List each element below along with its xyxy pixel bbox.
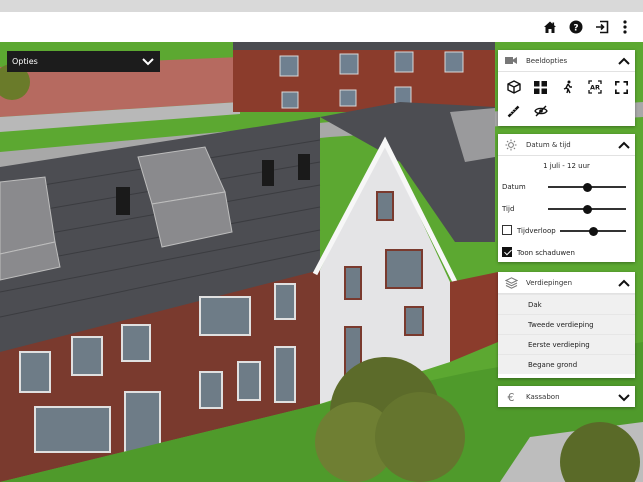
timelapse-slider[interactable]	[560, 226, 626, 236]
view-options-title: Beeldopties	[526, 56, 568, 65]
shadows-label: Toon schaduwen	[517, 249, 575, 257]
view-options-panel: Beeldopties AR	[498, 50, 635, 126]
timelapse-checkbox[interactable]	[502, 225, 512, 235]
svg-text:?: ?	[573, 23, 578, 33]
euro-icon: €	[504, 390, 518, 404]
help-icon[interactable]: ?	[567, 18, 585, 36]
exit-icon[interactable]	[593, 18, 611, 36]
layers-icon	[504, 276, 518, 290]
timelapse-slider-knob[interactable]	[588, 226, 598, 236]
floor-item-ground[interactable]: Begane grond	[498, 354, 635, 374]
date-label: Datum	[502, 183, 526, 191]
ar-icon[interactable]: AR	[581, 75, 608, 99]
status-bar	[0, 0, 643, 12]
date-time-panel: Datum & tijd 1 juli - 12 uur Datum Tijd …	[498, 134, 635, 262]
floors-panel: Verdiepingen Dak Tweede verdieping Eerst…	[498, 272, 635, 378]
floors-header[interactable]: Verdiepingen	[498, 272, 635, 294]
date-time-title: Datum & tijd	[526, 140, 571, 149]
top-toolbar: ?	[0, 12, 643, 43]
shadows-row: Toon schaduwen	[498, 242, 635, 264]
cube-icon[interactable]	[500, 75, 527, 99]
date-slider[interactable]	[548, 182, 626, 192]
chevron-down-icon	[142, 57, 154, 65]
sun-icon	[504, 138, 518, 152]
walk-icon[interactable]	[554, 75, 581, 99]
time-label: Tijd	[502, 205, 515, 213]
date-slider-knob[interactable]	[582, 182, 592, 192]
camera-icon	[504, 54, 518, 68]
floor-item-roof[interactable]: Dak	[498, 294, 635, 314]
date-time-value: 1 juli - 12 uur	[543, 162, 590, 170]
floors-title: Verdiepingen	[526, 278, 573, 287]
shadows-checkbox[interactable]	[502, 247, 512, 257]
view-options-header[interactable]: Beeldopties	[498, 50, 635, 72]
floors-list: Dak Tweede verdieping Eerste verdieping …	[498, 294, 635, 374]
timelapse-label: Tijdverloop	[517, 227, 556, 235]
chevron-up-icon[interactable]	[617, 54, 631, 68]
receipt-panel: € Kassabon	[498, 386, 635, 407]
date-row: Datum	[498, 176, 635, 198]
time-slider[interactable]	[548, 204, 626, 214]
more-vertical-icon[interactable]	[616, 18, 634, 36]
chevron-up-icon[interactable]	[617, 276, 631, 290]
grid-icon[interactable]	[527, 75, 554, 99]
options-label: Opties	[12, 57, 38, 66]
chevron-down-icon[interactable]	[617, 390, 631, 404]
time-slider-knob[interactable]	[582, 204, 592, 214]
floor-item-first[interactable]: Eerste verdieping	[498, 334, 635, 354]
svg-text:€: €	[508, 391, 515, 403]
options-dropdown[interactable]: Opties	[7, 51, 160, 72]
time-row: Tijd	[498, 198, 635, 220]
date-time-header[interactable]: Datum & tijd	[498, 134, 635, 156]
ar-text: AR	[589, 84, 599, 92]
receipt-header[interactable]: € Kassabon	[498, 386, 635, 407]
measure-icon[interactable]	[500, 99, 527, 123]
fullscreen-icon[interactable]	[608, 75, 635, 99]
chevron-up-icon[interactable]	[617, 138, 631, 152]
floor-item-second[interactable]: Tweede verdieping	[498, 314, 635, 334]
hide-icon[interactable]	[527, 99, 554, 123]
timelapse-row: Tijdverloop	[498, 220, 635, 242]
home-icon[interactable]	[541, 18, 559, 36]
receipt-title: Kassabon	[526, 392, 560, 401]
